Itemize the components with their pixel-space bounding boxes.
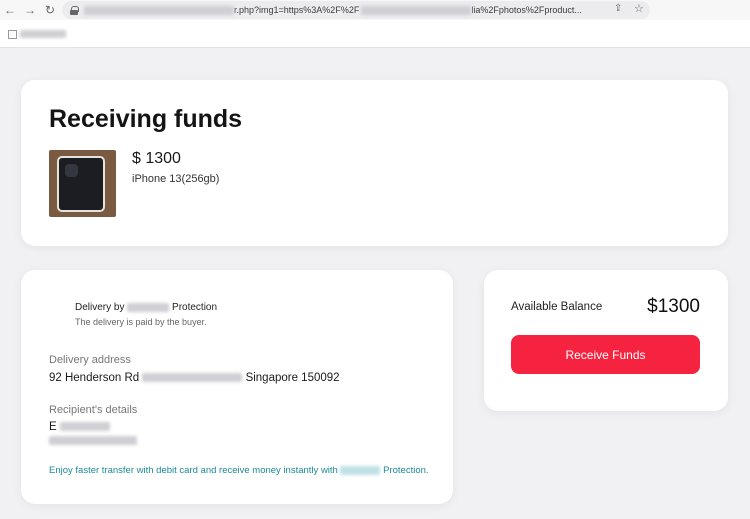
recipient-name: E <box>49 421 110 433</box>
address-start: 92 Henderson Rd <box>49 372 140 384</box>
url-redacted <box>361 5 472 15</box>
recipient-phone <box>49 435 137 447</box>
url-redacted <box>84 5 234 15</box>
balance-card: Available Balance $1300 Receive Funds <box>484 270 728 411</box>
product-price: $ 1300 <box>132 150 181 167</box>
balance-value: $1300 <box>647 296 700 317</box>
promo-suffix: Protection. <box>383 465 429 476</box>
name-redacted <box>59 422 110 432</box>
address-value: 92 Henderson Rd Singapore 150092 <box>49 372 340 384</box>
phone-redacted <box>49 436 137 446</box>
delivery-by-prefix: Delivery by <box>75 302 125 313</box>
promo-text: Enjoy faster transfer with debit card an… <box>49 465 429 476</box>
delivery-card: Delivery by Protection The delivery is p… <box>21 270 453 504</box>
recipient-label: Recipient's details <box>49 404 138 416</box>
delivery-provider: Delivery by Protection <box>75 302 217 313</box>
address-label: Delivery address <box>49 354 131 366</box>
camera-icon <box>65 164 78 177</box>
receiving-funds-card: Receiving funds $ 1300 iPhone 13(256gb) <box>21 80 728 246</box>
reload-icon[interactable]: ↻ <box>40 0 60 20</box>
provider-redacted <box>127 302 170 312</box>
browser-toolbar: ← → ↻ r.php?img1=https%3A%2F%2F lia%2Fph… <box>0 0 750 20</box>
site-logo[interactable] <box>8 28 68 40</box>
promo-prefix: Enjoy faster transfer with debit card an… <box>49 465 338 476</box>
forward-icon[interactable]: → <box>20 0 40 20</box>
delivery-note: The delivery is paid by the buyer. <box>75 317 207 327</box>
lock-icon <box>70 5 79 15</box>
url-text-tail: lia%2Fphotos%2Fproduct... <box>471 5 582 15</box>
provider-redacted <box>340 465 381 475</box>
receive-funds-button[interactable]: Receive Funds <box>511 335 700 374</box>
delivery-by-suffix: Protection <box>172 302 218 313</box>
address-end: Singapore 150092 <box>245 372 340 384</box>
product-image <box>49 150 116 217</box>
page-title: Receiving funds <box>49 105 243 133</box>
product-name: iPhone 13(256gb) <box>132 173 220 185</box>
recipient-initial: E <box>49 421 57 433</box>
back-icon[interactable]: ← <box>0 0 20 20</box>
logo-redacted <box>20 30 66 38</box>
address-bar[interactable]: r.php?img1=https%3A%2F%2F lia%2Fphotos%2… <box>62 1 650 19</box>
share-icon[interactable]: ⇪ <box>614 3 622 14</box>
broken-image-icon <box>8 29 17 39</box>
star-icon[interactable]: ☆ <box>634 2 644 15</box>
site-header <box>0 20 750 48</box>
address-redacted <box>142 373 243 383</box>
balance-label: Available Balance <box>511 301 603 313</box>
url-text: r.php?img1=https%3A%2F%2F <box>234 5 360 15</box>
phone-box <box>59 158 103 210</box>
